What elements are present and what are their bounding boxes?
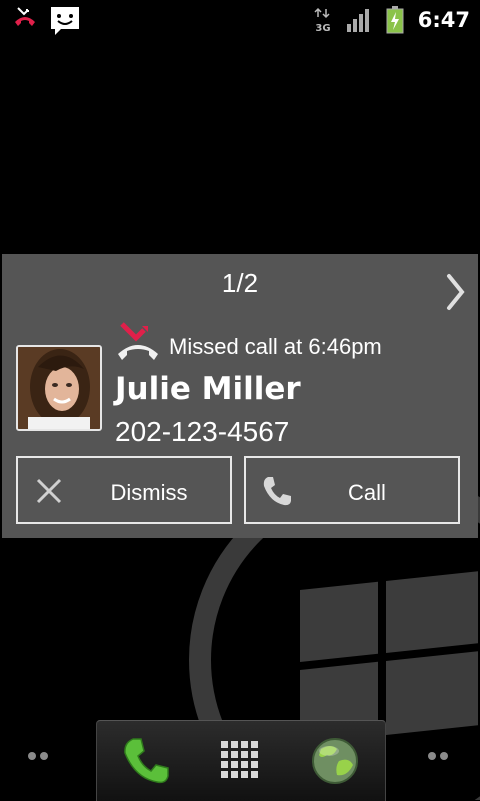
missed-call-icon bbox=[15, 7, 35, 26]
system-icons: 3G 6:47 bbox=[314, 6, 470, 34]
status-bar[interactable]: 3G 6:47 bbox=[0, 0, 480, 40]
previous-screen-dots[interactable] bbox=[28, 750, 52, 762]
page-dot bbox=[28, 752, 36, 760]
phone-icon[interactable] bbox=[119, 735, 171, 787]
missed-call-notification-card: 1/2 Missed call at 6:46pm Julie Miller 2… bbox=[2, 254, 478, 538]
page-dot bbox=[428, 752, 436, 760]
next-screen-dots[interactable] bbox=[428, 750, 452, 762]
notification-icons bbox=[10, 4, 82, 38]
caller-name: Julie Miller bbox=[115, 371, 301, 407]
svg-text:3G: 3G bbox=[315, 23, 330, 33]
missed-call-icon bbox=[118, 322, 158, 360]
data-3g-icon: 3G bbox=[314, 7, 330, 33]
dock bbox=[96, 720, 386, 801]
call-button[interactable]: Call bbox=[244, 456, 460, 524]
caller-number: 202-123-4567 bbox=[115, 416, 290, 447]
page-indicator: 1/2 bbox=[221, 268, 259, 298]
app-drawer-icon[interactable] bbox=[215, 735, 267, 787]
browser-globe-icon[interactable] bbox=[309, 735, 361, 787]
sms-icon bbox=[51, 7, 79, 35]
caller-avatar bbox=[16, 345, 102, 431]
chevron-right-icon[interactable] bbox=[444, 272, 468, 312]
call-label: Call bbox=[348, 480, 386, 505]
contact-photo bbox=[18, 347, 100, 429]
page-dot bbox=[40, 752, 48, 760]
signal-icon bbox=[346, 9, 369, 32]
clock: 6:47 bbox=[417, 8, 470, 32]
missed-call-text: Missed call at 6:46pm bbox=[169, 334, 382, 359]
battery-charging-icon bbox=[386, 6, 404, 34]
page-dot bbox=[440, 752, 448, 760]
dismiss-label: Dismiss bbox=[110, 480, 188, 505]
dismiss-button[interactable]: Dismiss bbox=[16, 456, 232, 524]
